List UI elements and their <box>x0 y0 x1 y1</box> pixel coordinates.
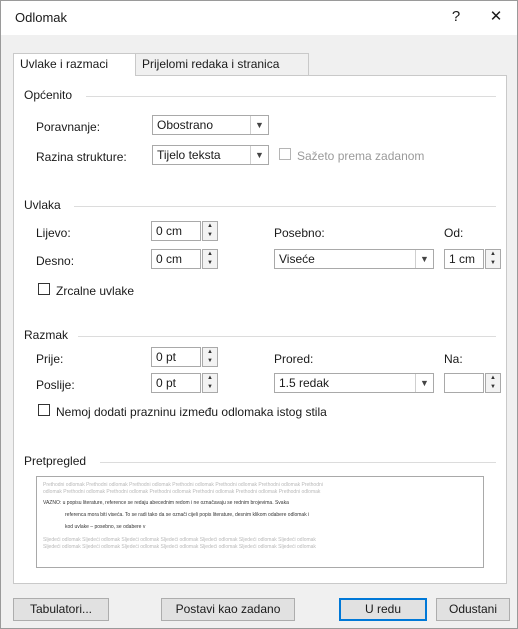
indent-right-value: 0 cm <box>156 252 183 266</box>
collapsed-checkbox[interactable] <box>279 148 291 160</box>
spin-arrows-icon[interactable]: ▲ ▼ <box>485 249 501 269</box>
outline-level-label: Razina strukture: <box>36 150 127 164</box>
chevron-down-icon: ▼ <box>415 250 433 268</box>
mirror-indents-checkbox[interactable] <box>38 283 50 295</box>
ok-button[interactable]: U redu <box>339 598 427 621</box>
spacing-before-value: 0 pt <box>156 350 177 364</box>
close-button[interactable]: ✕ <box>485 7 507 27</box>
preview-next-line: Sljedeći odlomak Sljedeći odlomak Sljede… <box>43 537 316 543</box>
special-indent-select[interactable]: Viseće ▼ <box>274 249 434 269</box>
ok-button-label: U redu <box>364 602 402 616</box>
cancel-button-label: Odustani <box>448 602 498 616</box>
outline-level-select[interactable]: Tijelo teksta ▼ <box>152 145 269 165</box>
section-divider <box>86 96 496 97</box>
spin-arrows-icon[interactable]: ▲ ▼ <box>202 347 218 367</box>
preview-next-line: Sljedeći odlomak Sljedeći odlomak Sljede… <box>43 544 316 550</box>
set-as-default-button[interactable]: Postavi kao zadano <box>161 598 295 621</box>
preview-text-line: kod uvlake – posebno, se odabere v <box>65 524 146 530</box>
chevron-down-icon: ▼ <box>250 116 268 134</box>
spin-arrows-icon[interactable]: ▲ ▼ <box>202 221 218 241</box>
collapsed-label: Sažeto prema zadanom <box>297 149 425 163</box>
by-label: Od: <box>444 226 464 240</box>
indent-left-value: 0 cm <box>156 224 183 238</box>
spin-arrows-icon[interactable]: ▲ ▼ <box>202 249 218 269</box>
by-input[interactable]: 1 cm <box>444 249 484 269</box>
dont-add-space-checkbox[interactable] <box>38 404 50 416</box>
spacing-after-label: Poslije: <box>36 378 75 392</box>
cancel-button[interactable]: Odustani <box>436 598 510 621</box>
preview-text-line: VAŽNO: u popisu literature, reference se… <box>43 500 289 506</box>
preview-text-line: referenca mora biti viseća. To se radi t… <box>65 512 310 518</box>
tab-indents-spacing[interactable]: Uvlake i razmaci <box>13 53 136 76</box>
alignment-value: Obostrano <box>157 118 214 132</box>
preview-box: Prethodni odlomak Prethodni odlomak Pret… <box>36 476 484 568</box>
section-preview-label: Pretpregled <box>24 454 87 468</box>
paragraph-dialog: Odlomak ? ✕ Uvlake i razmaci Prijelomi r… <box>0 0 518 629</box>
spacing-after-input[interactable]: 0 pt <box>151 373 201 393</box>
alignment-label: Poravnanje: <box>36 120 101 134</box>
section-indent-label: Uvlaka <box>24 198 61 212</box>
tab-label: Prijelomi redaka i stranica <box>142 57 280 71</box>
preview-prev-line: Prethodni odlomak Prethodni odlomak Pret… <box>43 482 323 488</box>
preview-prev-line: odlomak Prethodni odlomak Prethodni odlo… <box>43 489 321 495</box>
alignment-select[interactable]: Obostrano ▼ <box>152 115 269 135</box>
section-divider <box>100 462 496 463</box>
section-general-label: Općenito <box>24 88 73 102</box>
help-button[interactable]: ? <box>445 7 467 27</box>
section-spacing-label: Razmak <box>24 328 69 342</box>
chevron-down-icon: ▼ <box>415 374 433 392</box>
section-divider <box>74 206 496 207</box>
mirror-indents-label: Zrcalne uvlake <box>56 284 135 298</box>
outline-level-value: Tijelo teksta <box>157 148 221 162</box>
line-spacing-label: Prored: <box>274 352 314 366</box>
tabs-button-label: Tabulatori... <box>29 602 93 616</box>
indent-left-input[interactable]: 0 cm <box>151 221 201 241</box>
section-divider <box>78 336 496 337</box>
by-value: 1 cm <box>449 252 476 266</box>
tabs-button[interactable]: Tabulatori... <box>13 598 109 621</box>
set-as-default-label: Postavi kao zadano <box>175 602 281 616</box>
tab-label: Uvlake i razmaci <box>20 57 109 71</box>
spacing-before-label: Prije: <box>36 352 64 366</box>
spacing-after-value: 0 pt <box>156 376 177 390</box>
at-label: Na: <box>444 352 463 366</box>
tab-line-page-breaks[interactable]: Prijelomi redaka i stranica <box>135 53 309 75</box>
dialog-title: Odlomak <box>15 10 68 25</box>
tab-panel: Općenito Poravnanje: Obostrano ▼ Razina … <box>13 75 507 584</box>
spacing-before-input[interactable]: 0 pt <box>151 347 201 367</box>
special-indent-label: Posebno: <box>274 226 325 240</box>
at-input[interactable] <box>444 373 484 393</box>
indent-left-label: Lijevo: <box>36 226 71 240</box>
dont-add-space-label: Nemoj dodati prazninu između odlomaka is… <box>56 405 327 419</box>
spin-arrows-icon[interactable]: ▲ ▼ <box>202 373 218 393</box>
indent-right-input[interactable]: 0 cm <box>151 249 201 269</box>
line-spacing-value: 1.5 redak <box>279 376 330 390</box>
spin-arrows-icon[interactable]: ▲ ▼ <box>485 373 501 393</box>
title-bar: Odlomak ? ✕ <box>1 1 517 35</box>
line-spacing-select[interactable]: 1.5 redak ▼ <box>274 373 434 393</box>
special-indent-value: Viseće <box>279 252 315 266</box>
indent-right-label: Desno: <box>36 254 75 268</box>
chevron-down-icon: ▼ <box>250 146 268 164</box>
